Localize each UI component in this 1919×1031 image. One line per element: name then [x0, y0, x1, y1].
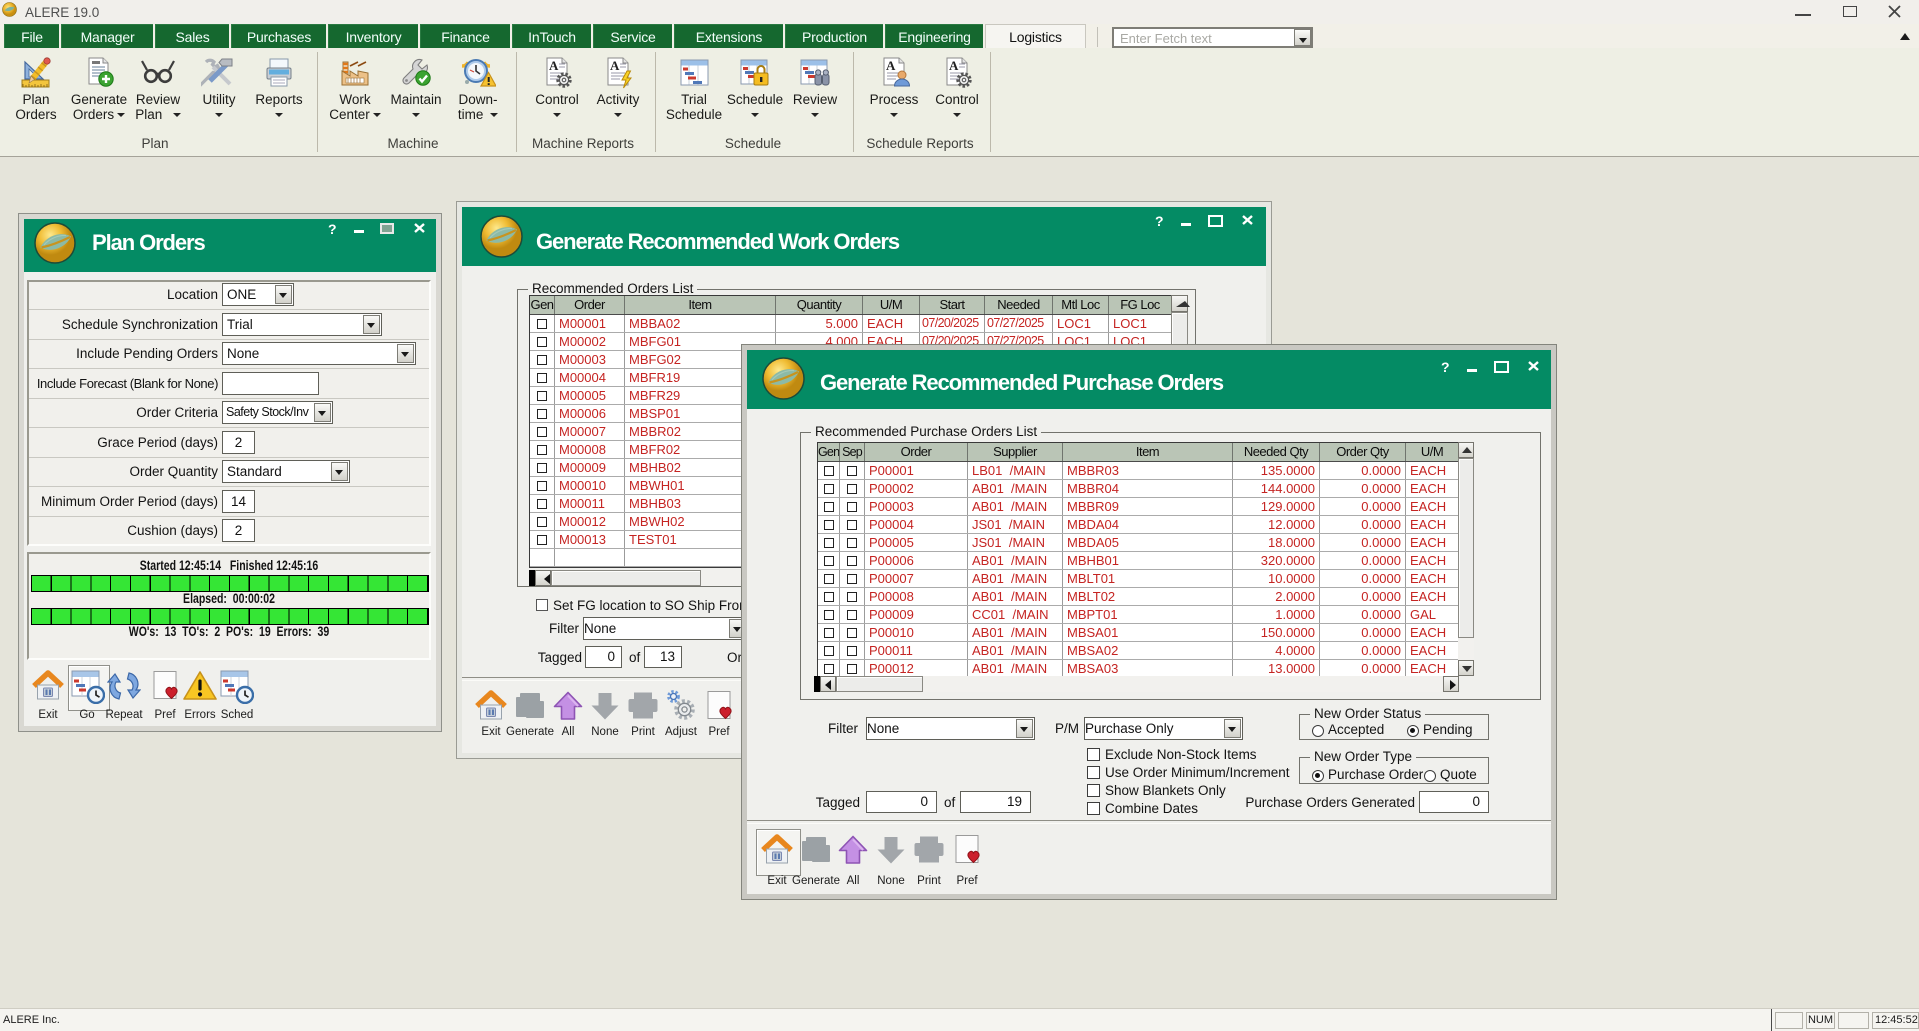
svg-text:A: A [949, 58, 959, 73]
svg-text:A: A [610, 58, 620, 73]
svg-text:A: A [549, 58, 559, 73]
svg-text:A: A [886, 58, 896, 73]
